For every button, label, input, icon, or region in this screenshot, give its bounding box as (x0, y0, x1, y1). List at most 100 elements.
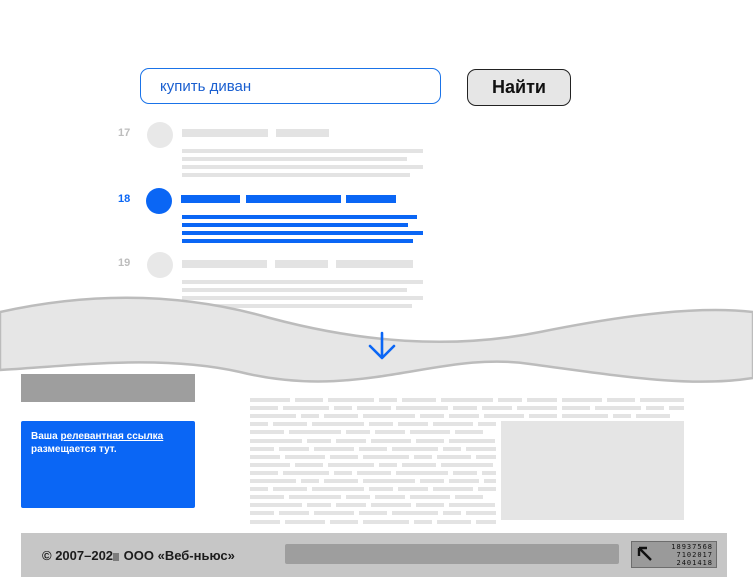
article-line-placeholder (392, 446, 438, 451)
result-snippet-placeholder (182, 280, 423, 284)
article-line-placeholder (562, 414, 608, 419)
result-title-placeholder[interactable] (276, 129, 329, 137)
counter-numbers: 18937568 7102017 2401418 (671, 543, 713, 567)
article-line-placeholder (301, 414, 319, 419)
article-line-placeholder (250, 519, 280, 524)
article-line-placeholder (285, 519, 325, 524)
article-line-placeholder (414, 454, 432, 459)
result-title-placeholder[interactable] (181, 195, 240, 203)
article-line-placeholder (314, 511, 354, 516)
article-line-placeholder (636, 414, 670, 419)
article-line-placeholder (449, 414, 479, 419)
article-line-placeholder (359, 511, 387, 516)
article-line-placeholder (482, 470, 496, 475)
article-line-placeholder (307, 503, 331, 508)
article-line-placeholder (517, 406, 557, 411)
result-number: 18 (118, 193, 131, 205)
article-line-placeholder (414, 519, 432, 524)
article-line-placeholder (279, 511, 309, 516)
footer-bar-placeholder (285, 544, 619, 564)
article-line-placeholder (595, 406, 641, 411)
search-input[interactable]: купить диван (140, 68, 441, 104)
article-line-placeholder (336, 438, 366, 443)
result-title-placeholder[interactable] (336, 260, 413, 268)
article-line-placeholder (398, 487, 428, 492)
article-line-placeholder (250, 430, 284, 435)
result-snippet-placeholder (182, 149, 423, 153)
result-number: 19 (118, 257, 131, 269)
article-line-placeholder (379, 462, 397, 467)
article-line-placeholder (250, 462, 290, 467)
ad-link[interactable]: релевантная ссылка (60, 431, 163, 442)
result-bullet (147, 122, 173, 148)
article-line-placeholder (250, 495, 284, 500)
article-line-placeholder (312, 422, 364, 427)
article-line-placeholder (416, 503, 444, 508)
article-line-placeholder (314, 446, 354, 451)
article-line-placeholder (312, 487, 364, 492)
article-line-placeholder (669, 406, 684, 411)
article-line-placeholder (324, 479, 358, 483)
article-line-placeholder (478, 487, 496, 492)
article-line-placeholder (250, 438, 302, 443)
ad-banner[interactable]: Ваша релевантная ссылка размещается тут. (21, 421, 195, 508)
year-digit-placeholder (113, 552, 120, 561)
article-line-placeholder (363, 454, 409, 459)
article-line-placeholder (441, 462, 493, 467)
article-line-placeholder (301, 479, 319, 483)
article-line-placeholder (482, 406, 512, 411)
arrow-down-icon[interactable] (366, 330, 398, 362)
article-line-placeholder (357, 470, 391, 475)
counter-line: 18937568 (671, 543, 713, 551)
article-line-placeholder (363, 479, 415, 483)
article-line-placeholder (324, 414, 358, 419)
article-line-placeholder (334, 406, 352, 411)
article-line-placeholder (250, 503, 302, 508)
article-line-placeholder (250, 479, 296, 483)
visit-counter[interactable]: 18937568 7102017 2401418 (631, 541, 717, 568)
article-line-placeholder (371, 503, 411, 508)
result-title-placeholder[interactable] (275, 260, 328, 268)
result-snippet-placeholder (182, 223, 408, 227)
article-line-placeholder (443, 446, 461, 451)
article-line-placeholder (346, 495, 370, 500)
result-number: 17 (118, 127, 131, 139)
result-title-placeholder[interactable] (346, 195, 396, 203)
article-line-placeholder (363, 519, 409, 524)
article-line-placeholder (250, 454, 280, 459)
article-line-placeholder (466, 446, 496, 451)
article-line-placeholder (283, 470, 329, 475)
article-line-placeholder (371, 438, 411, 443)
ad-text: Ваша (31, 431, 58, 442)
result-title-placeholder[interactable] (246, 195, 341, 203)
copyright-text: © 2007–202 (42, 548, 114, 563)
article-line-placeholder (359, 446, 387, 451)
article-line-placeholder (328, 462, 374, 467)
article-line-placeholder (476, 454, 496, 459)
article-line-placeholder (646, 406, 664, 411)
article-line-placeholder (289, 495, 341, 500)
article-line-placeholder (410, 430, 450, 435)
article-line-placeholder (449, 503, 495, 508)
article-line-placeholder (466, 511, 496, 516)
counter-line: 7102017 (676, 551, 713, 559)
result-bullet (147, 252, 173, 278)
result-title-placeholder[interactable] (182, 129, 268, 137)
article-line-placeholder (484, 414, 524, 419)
article-line-placeholder (250, 511, 274, 516)
article-line-placeholder (250, 414, 296, 419)
article-line-placeholder (478, 422, 496, 427)
article-line-placeholder (375, 430, 405, 435)
article-line-placeholder (250, 470, 278, 475)
counter-line: 2401418 (676, 559, 713, 567)
ad-text: размещается тут. (31, 444, 117, 455)
arrow-up-left-icon (637, 546, 652, 561)
search-button[interactable]: Найти (467, 69, 571, 106)
result-snippet-placeholder (182, 165, 423, 169)
result-title-placeholder[interactable] (182, 260, 267, 268)
article-line-placeholder (396, 470, 448, 475)
article-line-placeholder (433, 422, 473, 427)
result-snippet-placeholder (182, 173, 410, 177)
article-line-placeholder (307, 438, 331, 443)
article-line-placeholder (392, 511, 438, 516)
